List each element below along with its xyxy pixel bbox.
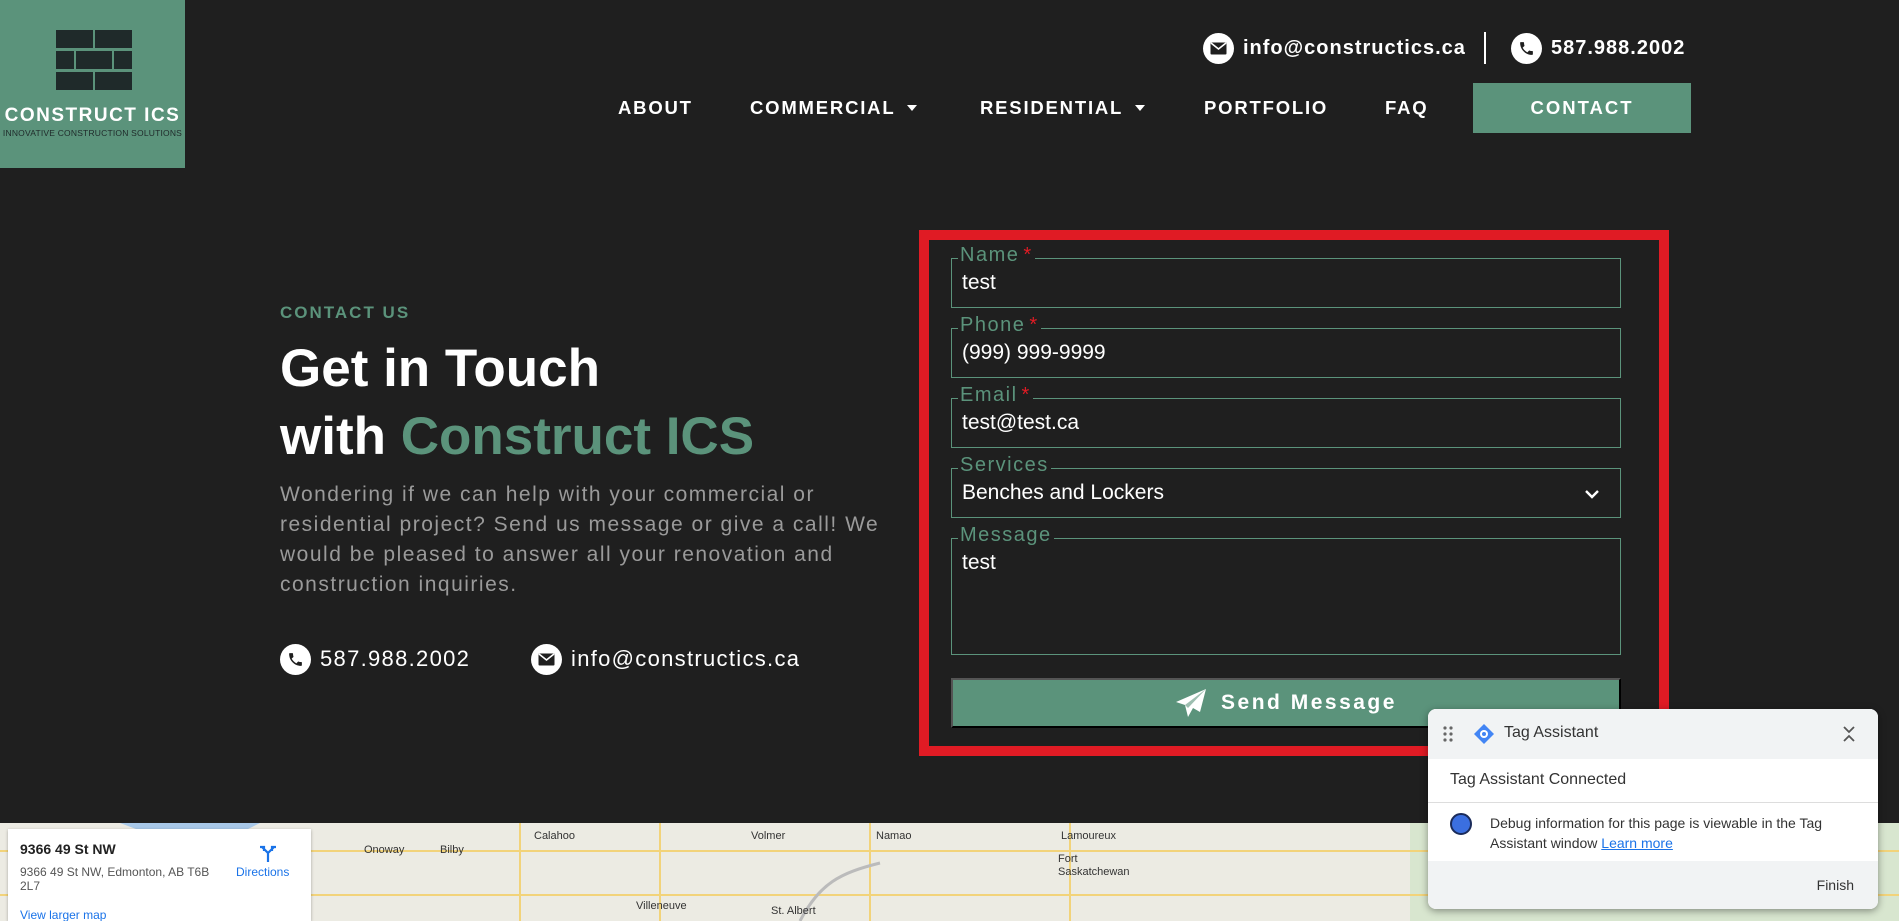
page-title: Get in Touch with Construct ICS [280, 335, 754, 471]
tag-assistant-message: Debug information for this page is viewa… [1490, 815, 1823, 851]
learn-more-link[interactable]: Learn more [1601, 835, 1673, 851]
status-dot-icon [1450, 813, 1472, 835]
title-line-2-prefix: with [280, 407, 401, 466]
name-label: Name * [958, 244, 1035, 266]
map-place: Fort Saskatchewan [1058, 853, 1130, 878]
caret-down-icon [1135, 105, 1146, 111]
body-phone-text: 587.988.2002 [320, 646, 471, 671]
body-phone-link[interactable]: 587.988.2002 [280, 643, 470, 675]
nav-commercial[interactable]: COMMERCIAL [750, 83, 918, 133]
collapse-icon[interactable] [1842, 725, 1856, 748]
header-phone-link[interactable]: 587.988.2002 [1511, 32, 1685, 64]
nav-commercial-label: COMMERCIAL [750, 97, 896, 118]
phone-field[interactable]: Phone * (999) 999-9999 [951, 315, 1621, 378]
brick-logo-icon [56, 30, 132, 92]
map-place-card: 9366 49 St NW 9366 49 St NW, Edmonton, A… [8, 829, 311, 921]
title-line-2-accent: Construct ICS [400, 407, 755, 466]
message-input-value: test [962, 551, 996, 574]
map-directions-link[interactable]: Directions [236, 845, 289, 879]
name-field[interactable]: Name * test [951, 245, 1621, 308]
body-email-text: info@constructics.ca [571, 646, 801, 671]
chevron-down-icon [1584, 486, 1600, 505]
map-place: Bilby [440, 844, 464, 856]
map-card-address: 9366 49 St NW, Edmonton, AB T6B 2L7 [20, 865, 210, 893]
tag-assistant-logo-icon [1472, 722, 1496, 751]
logo-title: CONSTRUCT ICS [4, 105, 181, 126]
send-message-label: Send Message [1221, 691, 1397, 714]
logo-tagline: INNOVATIVE CONSTRUCTION SOLUTIONS [2, 128, 183, 138]
nav-contact-button[interactable]: CONTACT [1473, 83, 1691, 133]
mail-icon [1203, 32, 1234, 64]
caret-down-icon [907, 105, 918, 111]
map-card-title: 9366 49 St NW [20, 841, 116, 857]
services-select[interactable]: Services Benches and Lockers [951, 455, 1621, 518]
email-label: Email * [958, 384, 1033, 406]
section-eyebrow: CONTACT US [280, 303, 411, 322]
header-phone-text: 587.988.2002 [1551, 36, 1686, 59]
phone-label: Phone * [958, 314, 1041, 336]
header-divider [1484, 32, 1486, 64]
message-textarea[interactable]: Message test [951, 525, 1621, 655]
directions-icon [258, 843, 289, 865]
email-field[interactable]: Email * test@test.ca [951, 385, 1621, 448]
mail-icon [531, 643, 562, 675]
nav-faq[interactable]: FAQ [1385, 83, 1428, 133]
tag-assistant-title: Tag Assistant [1504, 724, 1599, 741]
header-email-text: info@constructics.ca [1243, 36, 1466, 59]
map-place: Villeneuve [636, 900, 687, 912]
map-place: Volmer [751, 830, 786, 842]
tag-assistant-header: Tag Assistant [1428, 709, 1878, 759]
drag-handle-icon[interactable] [1442, 725, 1454, 748]
phone-input-value: (999) 999-9999 [962, 341, 1106, 364]
divider [1428, 802, 1878, 803]
map-place: Calahoo [534, 830, 575, 842]
header-email-link[interactable]: info@constructics.ca [1203, 32, 1466, 64]
nav-residential[interactable]: RESIDENTIAL [980, 83, 1146, 133]
tag-assistant-footer: Finish [1428, 861, 1878, 909]
name-input-value: test [962, 271, 996, 294]
nav-portfolio[interactable]: PORTFOLIO [1204, 83, 1328, 133]
paper-plane-icon [1175, 688, 1207, 718]
finish-button[interactable]: Finish [1817, 877, 1854, 893]
body-email-link[interactable]: info@constructics.ca [531, 643, 800, 675]
intro-paragraph: Wondering if we can help with your comme… [280, 483, 880, 596]
map-place: Namao [876, 830, 912, 842]
view-larger-map-link[interactable]: View larger map [20, 908, 106, 921]
email-input-value: test@test.ca [962, 411, 1080, 434]
phone-icon [280, 643, 311, 675]
nav-about[interactable]: ABOUT [618, 83, 693, 133]
message-label: Message [958, 524, 1054, 546]
title-line-1: Get in Touch [280, 339, 600, 398]
tag-assistant-status: Tag Assistant Connected [1450, 771, 1627, 788]
services-selected-value: Benches and Lockers [962, 481, 1164, 504]
site-header: CONSTRUCT ICS INNOVATIVE CONSTRUCTION SO… [0, 0, 1899, 168]
phone-icon [1511, 32, 1542, 64]
map-place: Lamoureux [1061, 830, 1117, 842]
map-place: Onoway [364, 844, 405, 856]
map-place: St. Albert [771, 905, 816, 917]
nav-residential-label: RESIDENTIAL [980, 97, 1124, 118]
services-label: Services [958, 454, 1051, 476]
tag-assistant-panel: Tag Assistant Tag Assistant Connected De… [1428, 709, 1878, 909]
site-logo[interactable]: CONSTRUCT ICS INNOVATIVE CONSTRUCTION SO… [0, 0, 185, 168]
